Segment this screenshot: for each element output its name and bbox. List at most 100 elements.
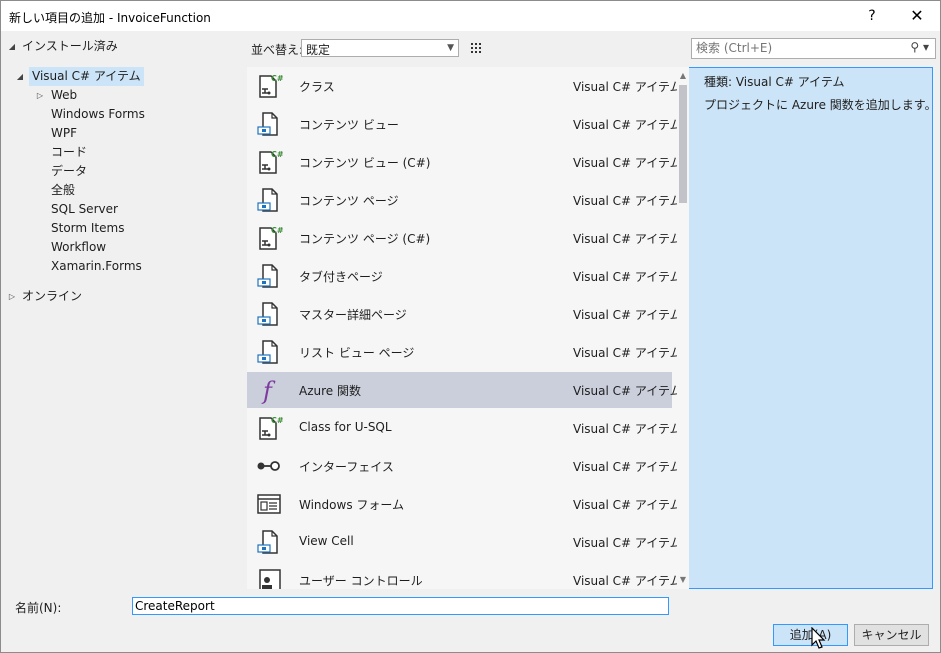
tree-label: WPF	[51, 126, 78, 140]
item-type: Visual C# アイテム	[573, 156, 682, 170]
tree-label-installed: インストール済み	[22, 39, 118, 53]
tree-label: SQL Server	[51, 202, 118, 216]
search-icon[interactable]: ⚲ ▾	[910, 40, 929, 54]
list-item[interactable]: インターフェイス Visual C# アイテム	[247, 448, 682, 484]
collapsed-arrow-icon[interactable]: ▷	[35, 86, 45, 105]
item-name: コンテンツ ページ (C#)	[299, 232, 431, 246]
list-item[interactable]: C# コンテンツ ページ (C#) Visual C# アイテム	[247, 220, 682, 256]
item-type: Visual C# アイテム	[573, 384, 682, 398]
scroll-up-arrow-icon[interactable]: ▲	[677, 69, 689, 83]
tree-label: Xamarin.Forms	[51, 259, 142, 273]
item-type: Visual C# アイテム	[573, 574, 682, 588]
info-type: 種類: Visual C# アイテム	[704, 75, 845, 89]
svg-text:C#: C#	[271, 416, 283, 425]
svg-text:C#: C#	[271, 74, 283, 83]
item-name: コンテンツ ビュー (C#)	[299, 156, 431, 170]
tree-label: Web	[51, 88, 78, 102]
close-button[interactable]: ✕	[894, 1, 940, 31]
tree-label-visual-csharp: Visual C# アイテム	[29, 67, 144, 86]
collapsed-arrow-icon[interactable]: ▷	[7, 287, 17, 306]
xaml-page-icon	[255, 300, 283, 328]
item-type: Visual C# アイテム	[573, 536, 682, 550]
csharp-class-icon: C#	[255, 224, 284, 252]
item-name: View Cell	[299, 534, 354, 548]
scrollbar-thumb[interactable]	[679, 85, 687, 203]
name-field[interactable]	[132, 597, 669, 615]
list-item[interactable]: View Cell Visual C# アイテム	[247, 524, 682, 560]
list-item[interactable]: Windows フォーム Visual C# アイテム	[247, 486, 682, 522]
tree-label: データ	[51, 164, 88, 178]
item-name: コンテンツ ビュー	[299, 118, 399, 132]
csharp-class-icon: C#	[255, 148, 284, 176]
item-type: Visual C# アイテム	[573, 346, 682, 360]
item-type: Visual C# アイテム	[573, 80, 682, 94]
add-new-item-dialog: 新しい項目の追加 - InvoiceFunction ? ✕ ◢ インストール済…	[0, 0, 941, 653]
list-item[interactable]: f Azure 関数 Visual C# アイテム	[247, 372, 682, 408]
item-type: Visual C# アイテム	[573, 232, 682, 246]
expanded-arrow-icon[interactable]: ◢	[7, 37, 17, 56]
grid-view-button[interactable]	[466, 38, 486, 58]
csharp-class-icon: C#	[255, 72, 284, 100]
search-box[interactable]: ⚲ ▾	[691, 38, 936, 59]
item-type: Visual C# アイテム	[573, 460, 682, 474]
xaml-page-icon	[255, 110, 283, 138]
windows-form-icon	[255, 490, 283, 518]
svg-text:C#: C#	[271, 150, 283, 159]
item-name: Azure 関数	[299, 384, 361, 398]
search-input[interactable]	[696, 40, 896, 56]
tree-label-online: オンライン	[22, 289, 83, 303]
list-item[interactable]: コンテンツ ビュー Visual C# アイテム	[247, 106, 682, 142]
list-item[interactable]: C# Class for U-SQL Visual C# アイテム	[247, 410, 682, 446]
cancel-button[interactable]: キャンセル	[854, 624, 929, 646]
item-type: Visual C# アイテム	[573, 498, 682, 512]
title-bar: 新しい項目の追加 - InvoiceFunction ? ✕	[1, 1, 940, 31]
expanded-arrow-icon[interactable]: ◢	[15, 67, 25, 86]
grid-view-icon	[471, 43, 481, 53]
list-item[interactable]: C# コンテンツ ビュー (C#) Visual C# アイテム	[247, 144, 682, 180]
item-name: コンテンツ ページ	[299, 194, 399, 208]
xaml-page-icon	[255, 338, 283, 366]
template-list: C# クラス Visual C# アイテムコンテンツ ビュー Visual C# アイ…	[247, 67, 689, 589]
xaml-page-icon	[255, 186, 283, 214]
item-name: インターフェイス	[299, 460, 394, 474]
sort-label: 並べ替え:	[251, 43, 304, 57]
item-type: Visual C# アイテム	[573, 308, 682, 322]
list-item[interactable]: リスト ビュー ページ Visual C# アイテム	[247, 334, 682, 370]
window-title: 新しい項目の追加 - InvoiceFunction	[9, 11, 211, 25]
list-item[interactable]: コンテンツ ページ Visual C# アイテム	[247, 182, 682, 218]
svg-text:f: f	[261, 377, 276, 404]
tree-label: Storm Items	[51, 221, 125, 235]
tree-label: 全般	[51, 183, 76, 197]
item-type: Visual C# アイテム	[573, 194, 682, 208]
sort-dropdown[interactable]: 既定 ▼	[301, 39, 459, 57]
list-item[interactable]: マスター詳細ページ Visual C# アイテム	[247, 296, 682, 332]
item-name: リスト ビュー ページ	[299, 346, 415, 360]
chevron-down-icon: ▼	[447, 43, 454, 53]
csharp-class-icon: C#	[255, 414, 284, 442]
item-type: Visual C# アイテム	[573, 422, 682, 436]
mouse-cursor-icon	[811, 627, 826, 649]
info-description: プロジェクトに Azure 関数を追加します。	[704, 98, 937, 112]
item-name: Windows フォーム	[299, 498, 405, 512]
help-button[interactable]: ?	[849, 1, 895, 31]
xaml-page-icon	[255, 262, 283, 290]
xaml-page-icon	[255, 528, 283, 556]
tree-label: コード	[51, 145, 88, 159]
item-type: Visual C# アイテム	[573, 270, 682, 284]
sort-value: 既定	[306, 43, 331, 57]
template-tree: ◢ インストール済み ◢ Visual C# アイテム ▷ Web Windows …	[1, 35, 244, 587]
item-type: Visual C# アイテム	[573, 118, 682, 132]
name-label: 名前(N):	[15, 601, 62, 615]
azure-function-icon: f	[255, 376, 283, 405]
tree-label: Windows Forms	[51, 107, 145, 121]
scroll-down-arrow-icon[interactable]: ▼	[677, 573, 689, 587]
user-control-icon	[255, 566, 283, 589]
tree-label: Workflow	[51, 240, 107, 254]
list-item[interactable]: C# クラス Visual C# アイテム	[247, 68, 682, 104]
item-name: タブ付きページ	[299, 270, 383, 284]
list-item[interactable]: タブ付きページ Visual C# アイテム	[247, 258, 682, 294]
item-name: Class for U-SQL	[299, 420, 392, 434]
svg-text:C#: C#	[271, 226, 283, 235]
item-name: ユーザー コントロール	[299, 574, 423, 588]
list-item[interactable]: ユーザー コントロール Visual C# アイテム	[247, 562, 682, 589]
